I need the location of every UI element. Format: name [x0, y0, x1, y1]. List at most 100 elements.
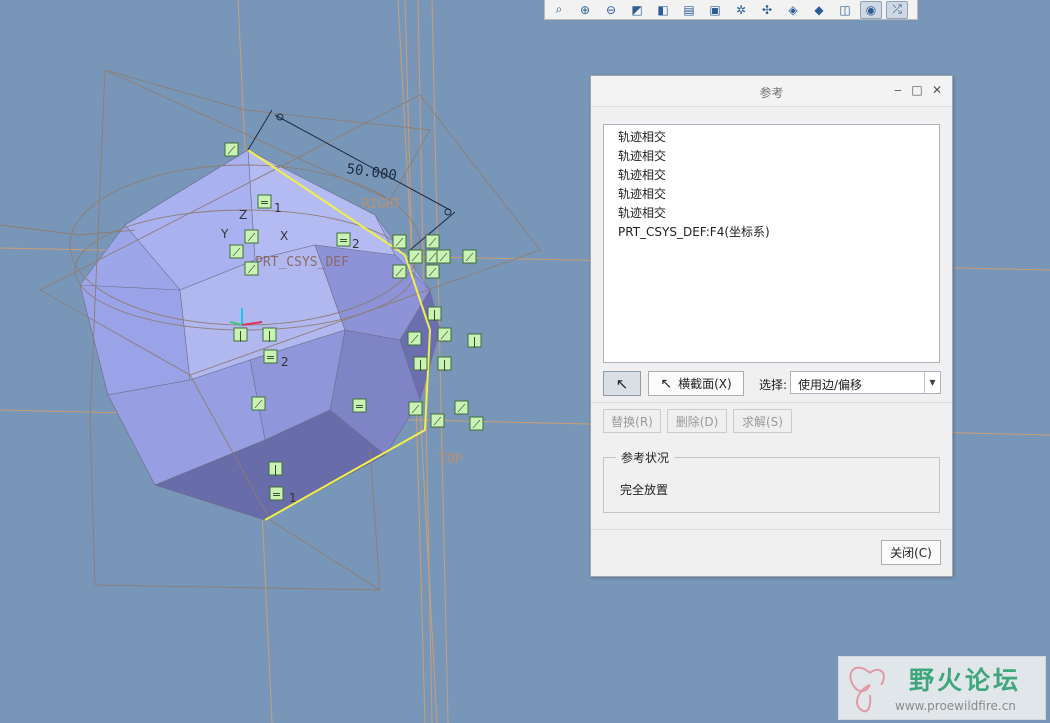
constraint-marker[interactable]: =: [257, 194, 272, 209]
pointer-icon: ↖: [660, 375, 673, 392]
constraint-label: 2: [352, 237, 360, 251]
spin-center-icon[interactable]: ✣: [756, 1, 778, 19]
constraint-marker[interactable]: ⟋: [229, 244, 244, 259]
list-item[interactable]: 轨迹相交: [618, 166, 666, 183]
sketch-references-icon[interactable]: ⤮: [886, 0, 908, 19]
svg-text:⟋: ⟋: [411, 333, 419, 346]
annotation-display-icon[interactable]: ◫: [834, 1, 856, 19]
constraint-marker[interactable]: ⟋: [408, 249, 423, 264]
svg-text:⟋: ⟋: [412, 251, 420, 264]
constraint-marker[interactable]: ⟋: [430, 413, 445, 428]
datum-display-icon[interactable]: ✲: [730, 1, 752, 19]
solve-button[interactable]: 求解(S): [733, 409, 792, 433]
svg-text:=: =: [260, 196, 269, 209]
list-item[interactable]: 轨迹相交: [618, 147, 666, 164]
refit-icon[interactable]: ⌕: [548, 1, 570, 19]
svg-text:⟋: ⟋: [458, 402, 466, 415]
zoom-in-icon[interactable]: ⊕: [574, 1, 596, 19]
shaded-view-icon[interactable]: ◧: [652, 1, 674, 19]
plane-right-label: RIGHT: [362, 197, 401, 212]
display-style-icon[interactable]: ◆: [808, 1, 830, 19]
constraint-marker[interactable]: ⟋: [436, 249, 451, 264]
references-dialog: 参考 ‒ □ ✕ 轨迹相交 轨迹相交 轨迹相交 轨迹相交 轨迹相交 PRT_CS…: [590, 75, 953, 577]
constraint-marker[interactable]: ⟋: [425, 234, 440, 249]
constraint-marker[interactable]: ⟋: [244, 261, 259, 276]
repaint-icon[interactable]: ◩: [626, 1, 648, 19]
list-item[interactable]: 轨迹相交: [618, 185, 666, 202]
reference-status-text: 完全放置: [620, 483, 669, 497]
constraint-marker[interactable]: ⟋: [392, 264, 407, 279]
list-item[interactable]: 轨迹相交: [618, 128, 666, 145]
delete-button[interactable]: 删除(D): [667, 409, 727, 433]
constraint-marker[interactable]: |: [233, 327, 248, 342]
svg-text:=: =: [266, 351, 275, 364]
show-icon[interactable]: ◉: [860, 0, 882, 19]
svg-text:=: =: [272, 488, 281, 501]
svg-text:|: |: [443, 358, 447, 371]
forum-watermark: 野火论坛 www.proewildfire.cn: [838, 656, 1046, 720]
constraint-marker[interactable]: ⟋: [224, 142, 239, 157]
dimension-label[interactable]: 50.000: [345, 161, 397, 184]
constraint-marker[interactable]: =: [269, 486, 284, 501]
minimize-icon[interactable]: ‒: [891, 83, 905, 97]
view-toolbar: ⌕ ⊕ ⊖ ◩ ◧ ▤ ▣ ✲ ✣ ◈ ◆ ◫ ◉ ⤮: [544, 0, 918, 20]
constraint-marker[interactable]: ⟋: [244, 229, 259, 244]
constraint-marker[interactable]: =: [352, 398, 367, 413]
constraint-marker[interactable]: ⟋: [469, 416, 484, 431]
constraint-label: 1: [274, 201, 282, 215]
constraint-marker[interactable]: =: [336, 232, 351, 247]
constraint-marker[interactable]: |: [467, 333, 482, 348]
butterfly-logo: [849, 666, 885, 713]
replace-button[interactable]: 替换(R): [603, 409, 661, 433]
svg-text:=: =: [355, 400, 364, 413]
list-item[interactable]: 轨迹相交: [618, 204, 666, 221]
zoom-out-icon[interactable]: ⊖: [600, 1, 622, 19]
svg-text:|: |: [239, 329, 243, 342]
constraint-marker[interactable]: ⟋: [407, 331, 422, 346]
constraint-marker[interactable]: ⟋: [454, 400, 469, 415]
references-list[interactable]: 轨迹相交 轨迹相交 轨迹相交 轨迹相交 轨迹相交 PRT_CSYS_DEF:F4…: [603, 124, 940, 363]
svg-text:⟋: ⟋: [429, 266, 437, 279]
csys-label: PRT_CSYS_DEF: [255, 255, 349, 270]
select-reference-button[interactable]: ↖: [603, 371, 641, 396]
chevron-down-icon[interactable]: ▼: [924, 372, 940, 393]
axis-x-label: X: [280, 229, 288, 243]
constraint-marker[interactable]: |: [427, 306, 442, 321]
svg-text:⟋: ⟋: [440, 251, 448, 264]
axis-z-label: Z: [239, 208, 247, 222]
close-icon[interactable]: ✕: [930, 83, 944, 97]
svg-text:⟋: ⟋: [248, 263, 256, 276]
dialog-titlebar[interactable]: 参考 ‒ □ ✕: [591, 76, 952, 107]
svg-text:⟋: ⟋: [412, 403, 420, 416]
constraint-marker[interactable]: |: [268, 461, 283, 476]
constraint-marker[interactable]: ⟋: [425, 264, 440, 279]
constraint-marker[interactable]: |: [437, 356, 452, 371]
svg-text:⟋: ⟋: [233, 246, 241, 259]
svg-text:⟋: ⟋: [441, 329, 449, 342]
cross-section-button[interactable]: ↖ 横截面(X): [648, 371, 744, 396]
svg-text:⟋: ⟋: [429, 251, 437, 264]
constraint-marker[interactable]: |: [262, 327, 277, 342]
svg-text:|: |: [473, 335, 477, 348]
constraint-marker[interactable]: =: [263, 349, 278, 364]
plane-top-label: TOP: [439, 452, 463, 467]
select-label: 选择:: [759, 378, 788, 392]
orient-icon[interactable]: ◈: [782, 1, 804, 19]
watermark-url: www.proewildfire.cn: [895, 699, 1016, 713]
saved-views-icon[interactable]: ▤: [678, 1, 700, 19]
view-manager-icon[interactable]: ▣: [704, 1, 726, 19]
list-item[interactable]: PRT_CSYS_DEF:F4(坐标系): [618, 223, 770, 240]
svg-text:⟋: ⟋: [434, 415, 442, 428]
svg-text:|: |: [419, 358, 423, 371]
constraint-marker[interactable]: ⟋: [392, 234, 407, 249]
close-button[interactable]: 关闭(C): [881, 540, 941, 565]
maximize-icon[interactable]: □: [910, 83, 924, 97]
constraint-marker[interactable]: |: [413, 356, 428, 371]
select-dropdown[interactable]: 使用边/偏移 ▼: [790, 371, 941, 394]
constraint-marker[interactable]: ⟋: [462, 249, 477, 264]
divider: [591, 529, 952, 530]
constraint-marker[interactable]: ⟋: [251, 396, 266, 411]
constraint-marker[interactable]: ⟋: [437, 327, 452, 342]
constraint-marker[interactable]: ⟋: [408, 401, 423, 416]
svg-text:|: |: [268, 329, 272, 342]
